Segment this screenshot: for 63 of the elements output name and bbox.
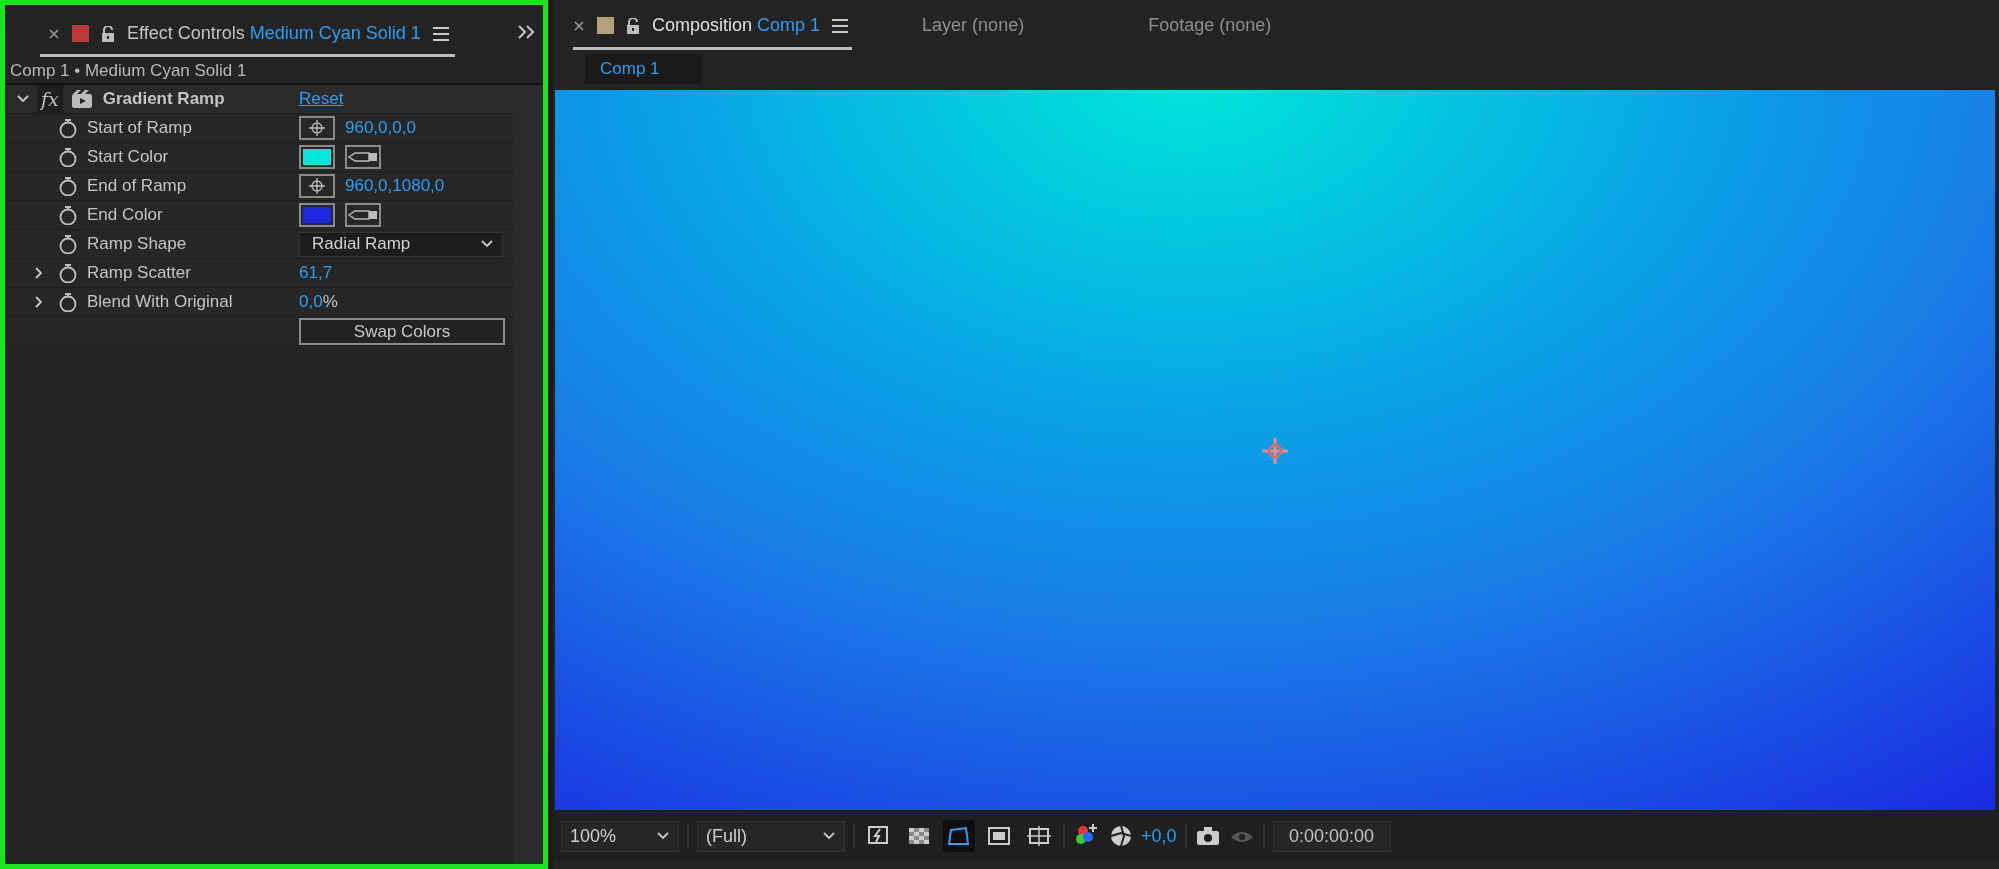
caret-icon xyxy=(656,831,670,841)
crosshair-icon xyxy=(307,176,327,196)
twirl-caret-icon[interactable] xyxy=(34,266,44,280)
stopwatch-icon[interactable] xyxy=(58,292,78,312)
grid-guides-icon xyxy=(1026,824,1052,848)
property-value[interactable]: 960,0,0,0 xyxy=(345,115,416,141)
caret-icon xyxy=(480,239,494,249)
stopwatch-icon[interactable] xyxy=(58,263,78,283)
resolution-dropdown[interactable]: (Full) xyxy=(697,820,845,852)
swap-colors-button[interactable]: Swap Colors xyxy=(299,317,505,345)
effect-name: Gradient Ramp xyxy=(102,88,225,111)
reset-link[interactable]: Reset xyxy=(299,86,344,112)
anchor-point-icon xyxy=(1260,436,1290,466)
effect-icon xyxy=(70,89,93,109)
property-value[interactable]: 0,0% xyxy=(299,289,338,315)
scrollbar[interactable] xyxy=(513,85,543,864)
color-swatch[interactable] xyxy=(299,203,335,227)
panel-overflow-icon[interactable] xyxy=(517,24,537,40)
lock-icon[interactable] xyxy=(626,17,640,34)
panel-tab[interactable]: Footage (none) xyxy=(1148,4,1276,50)
exposure-value[interactable]: +0,0 xyxy=(1141,822,1177,850)
eyedropper-button[interactable] xyxy=(345,145,381,169)
timecode-field[interactable]: 0:00:00:00 xyxy=(1272,820,1391,852)
property-name: Start of Ramp xyxy=(87,117,192,140)
menu-icon[interactable] xyxy=(832,17,849,34)
stopwatch-icon[interactable] xyxy=(58,147,78,167)
crosshair-button[interactable] xyxy=(299,174,335,198)
camera-icon[interactable] xyxy=(1194,825,1221,847)
property-value[interactable]: 61,7 xyxy=(299,260,333,286)
property-name: End Color xyxy=(87,204,163,227)
lock-icon[interactable] xyxy=(101,25,115,42)
crosshair-icon xyxy=(307,118,327,138)
stopwatch-icon[interactable] xyxy=(58,205,78,225)
property-name: End of Ramp xyxy=(87,175,187,198)
ramp-shape-dropdown[interactable]: Radial Ramp xyxy=(299,231,503,257)
view-toggle[interactable] xyxy=(943,820,975,852)
crosshair-button[interactable] xyxy=(299,116,335,140)
panel-tab[interactable]: Layer (none) xyxy=(922,4,1029,50)
property-value[interactable]: 960,0,1080,0 xyxy=(345,173,445,199)
tab-title: Effect Controls Medium Cyan Solid 1 xyxy=(127,22,421,45)
panel-tab[interactable]: Composition Comp 1 xyxy=(573,4,853,50)
stopwatch-icon[interactable] xyxy=(58,234,78,254)
stopwatch-icon[interactable] xyxy=(58,118,78,138)
region-of-interest-icon xyxy=(986,824,1012,848)
close-icon[interactable] xyxy=(573,19,585,32)
close-icon[interactable] xyxy=(48,27,60,40)
twirl-caret-icon[interactable] xyxy=(16,94,30,104)
color-swatch[interactable] xyxy=(299,145,335,169)
comp-tab[interactable]: Comp 1 xyxy=(585,54,702,84)
fx-toggle[interactable]: fx xyxy=(37,84,63,114)
twirl-caret-icon[interactable] xyxy=(34,295,44,309)
eyedropper-button[interactable] xyxy=(345,203,381,227)
zoom-dropdown[interactable]: 100% xyxy=(561,820,679,852)
mask-path-icon xyxy=(946,824,972,848)
property-name: Blend With Original xyxy=(87,291,233,314)
panel-tab[interactable]: Effect Controls Medium Cyan Solid 1 xyxy=(40,13,455,57)
property-name: Ramp Shape xyxy=(87,233,187,256)
stopwatch-icon[interactable] xyxy=(58,176,78,196)
property-name: Ramp Scatter xyxy=(87,262,191,285)
property-name: Start Color xyxy=(87,146,169,169)
menu-icon[interactable] xyxy=(432,25,449,42)
caret-icon xyxy=(822,831,836,841)
aperture-icon[interactable] xyxy=(1109,824,1133,848)
